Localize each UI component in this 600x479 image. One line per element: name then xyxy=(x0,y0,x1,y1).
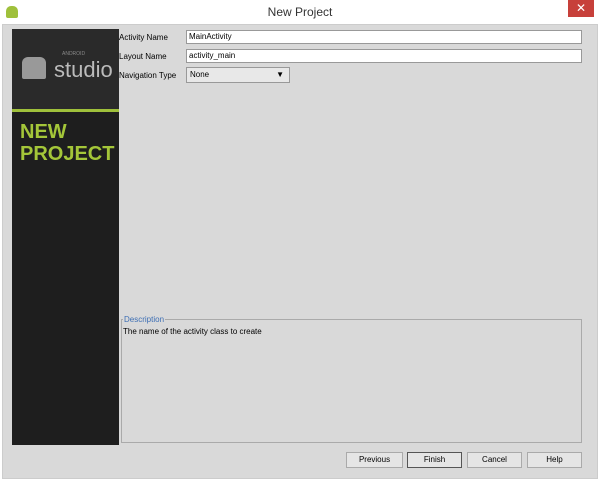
divider xyxy=(12,109,119,112)
finish-button[interactable]: Finish xyxy=(407,452,462,468)
layout-name-input[interactable]: activity_main xyxy=(186,49,582,63)
title-bar: New Project ✕ xyxy=(0,0,600,24)
navigation-type-label: Navigation Type xyxy=(119,71,177,80)
description-legend: Description xyxy=(123,315,166,324)
description-text: The name of the activity class to create xyxy=(123,327,262,336)
previous-button[interactable]: Previous xyxy=(346,452,403,468)
window-title: New Project xyxy=(267,5,333,19)
description-box xyxy=(121,319,582,443)
navigation-type-value: None xyxy=(190,70,210,79)
close-button[interactable]: ✕ xyxy=(568,0,594,17)
logo-area: ANDROID studio xyxy=(12,29,119,109)
heading-line2: PROJECT xyxy=(20,143,115,165)
sidebar-banner: ANDROID studio NEW PROJECT xyxy=(12,29,119,445)
help-button[interactable]: Help xyxy=(527,452,582,468)
activity-name-label: Activity Name xyxy=(119,33,168,42)
navigation-type-select[interactable]: None ▼ xyxy=(186,67,290,83)
activity-name-input[interactable]: MainActivity xyxy=(186,30,582,44)
chevron-down-icon: ▼ xyxy=(276,70,284,79)
android-robot-icon xyxy=(22,57,46,79)
logo-text: studio xyxy=(54,57,113,82)
banner-heading: NEW PROJECT xyxy=(20,121,114,165)
cancel-button[interactable]: Cancel xyxy=(467,452,522,468)
heading-line1: NEW xyxy=(20,121,67,143)
layout-name-label: Layout Name xyxy=(119,52,167,61)
